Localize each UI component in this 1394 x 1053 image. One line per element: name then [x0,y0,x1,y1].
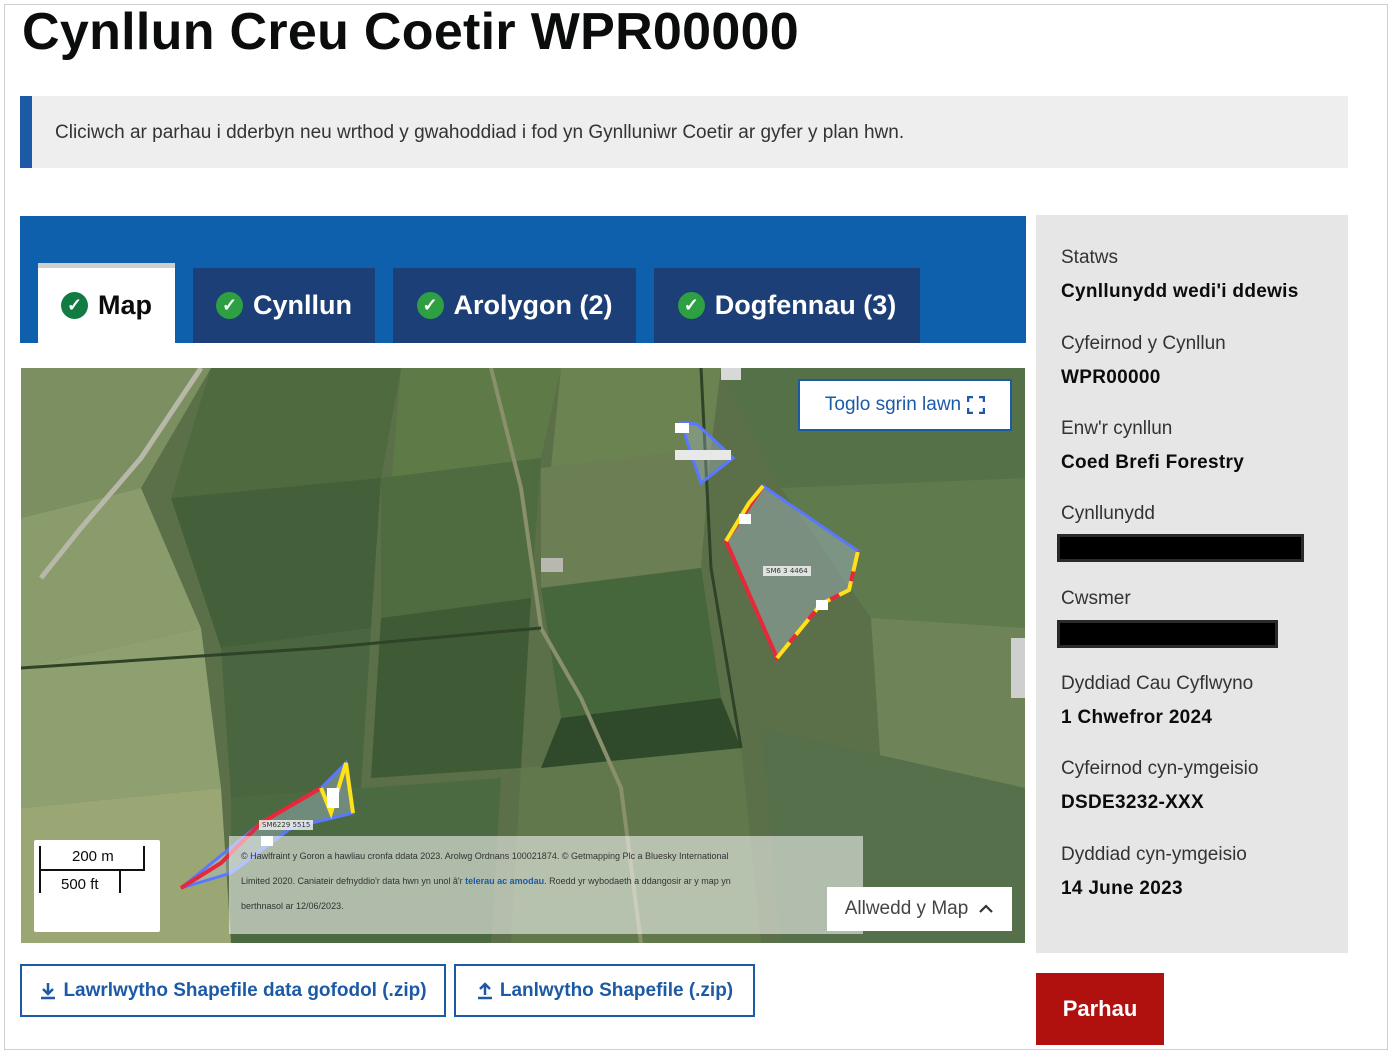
check-circle-icon: ✓ [61,292,88,319]
map-legend-button[interactable]: Allwedd y Map [827,887,1012,931]
scale-metric: 200 m [72,848,114,865]
attribution-line-2: Limited 2020. Caniateir defnyddio'r data… [241,876,463,886]
check-circle-icon: ✓ [216,292,243,319]
customer-label: Cwsmer [1061,588,1131,609]
check-circle-icon: ✓ [677,292,705,319]
chevron-up-icon [979,904,994,913]
continue-button[interactable]: Parhau [1036,973,1164,1045]
scale-bar: 200 m 500 ft [34,840,160,932]
attribution-line-3: berthnasol ar 12/06/2023. [241,901,344,911]
tab-label: Arolygon (2) [453,290,613,320]
map-attribution: © Hawlfraint y Goron a hawliau cronfa dd… [229,836,863,934]
page-title: Cynllun Creu Coetir WPR00000 [22,3,800,61]
deadline-label: Dyddiad Cau Cyflwyno [1061,673,1254,694]
plan-ref-label: Cyfeirnod y Cynllun [1061,333,1226,354]
download-label: Lawrlwytho Shapefile data gofodol (.zip) [63,979,427,1001]
map-view[interactable]: SM6229 5515 SM6 3 4464 Toglo sgrin lawn … [21,368,1025,943]
plan-summary-panel: Statws Cynllunydd wedi'i ddewis Cyfeirno… [1036,215,1348,953]
notice-text: Cliciwch ar parhau i dderbyn neu wrthod … [55,122,905,143]
scale-imperial: 500 ft [61,876,99,893]
download-shapefile-button[interactable]: Lawrlwytho Shapefile data gofodol (.zip) [20,964,446,1017]
status-label: Statws [1061,247,1119,268]
tab-label: Cynllun [253,290,352,320]
legend-label: Allwedd y Map [844,898,969,919]
notice-banner: Cliciwch ar parhau i dderbyn neu wrthod … [20,96,1348,168]
tab-label: Dogfennau (3) [714,290,897,320]
customer-redacted [1057,620,1278,648]
planner-label: Cynllunydd [1061,503,1155,524]
download-icon [41,982,56,999]
status-value: Cynllunydd wedi'i ddewis [1061,281,1299,302]
upload-label: Lanlwytho Shapefile (.zip) [499,979,734,1001]
upload-icon [477,981,492,999]
fullscreen-label: Toglo sgrin lawn [824,394,962,415]
tab-arolygon[interactable]: ✓ Arolygon (2) [393,268,636,343]
planner-redacted [1057,534,1304,562]
tab-dogfennau[interactable]: ✓ Dogfennau (3) [654,268,920,343]
attribution-line-1: © Hawlfraint y Goron a hawliau cronfa dd… [241,851,729,861]
fullscreen-toggle-button[interactable]: Toglo sgrin lawn [798,379,1012,431]
attribution-line-2-end: . Roedd yr wybodaeth a ddangosir ar y ma… [544,876,731,886]
upload-shapefile-button[interactable]: Lanlwytho Shapefile (.zip) [454,964,755,1017]
tab-map[interactable]: ✓ Map [38,263,175,343]
parcel-label-east: SM6 3 4464 [763,566,811,576]
preapp-ref-label: Cyfeirnod cyn-ymgeisio [1061,758,1259,779]
plan-name-label: Enw'r cynllun [1061,418,1173,439]
parcel-label-south: SM6229 5515 [259,820,314,830]
terms-link[interactable]: telerau ac amodau [465,876,544,886]
check-circle-icon: ✓ [416,292,444,319]
deadline-value: 1 Chwefror 2024 [1061,707,1213,728]
tab-cynllun[interactable]: ✓ Cynllun [193,268,375,343]
plan-ref-value: WPR00000 [1061,367,1161,388]
preapp-ref-value: DSDE3232-XXX [1061,792,1205,813]
tab-bar: ✓ Map ✓ Cynllun ✓ Arolygon (2) ✓ Dogfenn… [20,216,1026,343]
tab-label: Map [98,290,152,320]
preapp-date-label: Dyddiad cyn-ymgeisio [1061,844,1247,865]
preapp-date-value: 14 June 2023 [1061,878,1183,899]
fullscreen-icon [967,396,986,414]
plan-name-value: Coed Brefi Forestry [1061,452,1245,473]
